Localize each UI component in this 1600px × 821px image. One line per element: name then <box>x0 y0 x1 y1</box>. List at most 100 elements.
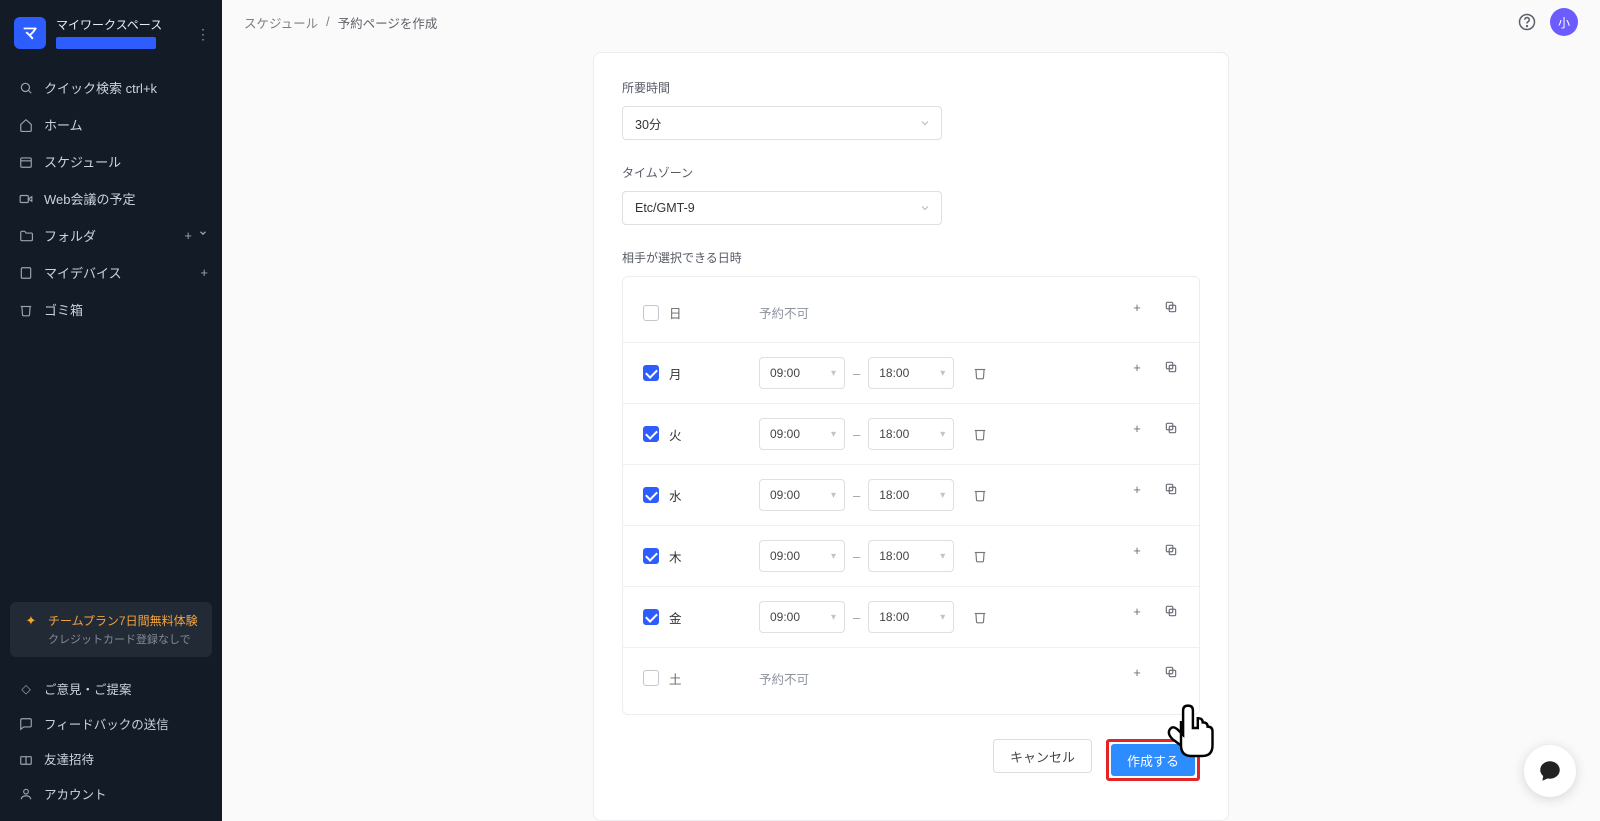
copy-icon[interactable] <box>1163 542 1179 558</box>
sidebar-item-meetings[interactable]: Web会議の予定 <box>0 180 222 217</box>
start-time-select[interactable]: 09:00▾ <box>759 357 845 389</box>
sidebar-item-label: Web会議の予定 <box>44 189 136 208</box>
delete-slot-icon[interactable] <box>972 548 988 564</box>
range-dash: – <box>853 366 860 381</box>
sidebar-item-trash[interactable]: ゴミ箱 <box>0 291 222 328</box>
range-dash: – <box>853 610 860 625</box>
copy-icon[interactable] <box>1163 603 1179 619</box>
device-icon <box>18 265 34 281</box>
add-slot-icon[interactable]: + <box>1129 603 1145 619</box>
add-slot-icon[interactable]: + <box>1129 299 1145 315</box>
cancel-button[interactable]: キャンセル <box>993 739 1092 773</box>
copy-icon[interactable] <box>1163 420 1179 436</box>
end-time-select[interactable]: 18:00▾ <box>868 418 954 450</box>
chevron-down-icon[interactable] <box>198 228 208 243</box>
plus-icon[interactable]: + <box>184 228 192 243</box>
create-button-highlight: 作成する <box>1106 739 1200 781</box>
day-row-tue: 火 09:00▾ – 18:00▾ + <box>623 404 1199 465</box>
sidebar-item-label: マイデバイス <box>44 263 122 282</box>
end-time-select[interactable]: 18:00▾ <box>868 601 954 633</box>
start-time-select[interactable]: 09:00▾ <box>759 540 845 572</box>
copy-icon[interactable] <box>1163 299 1179 315</box>
delete-slot-icon[interactable] <box>972 609 988 625</box>
start-time-select[interactable]: 09:00▾ <box>759 479 845 511</box>
duration-value: 30分 <box>635 114 661 133</box>
day-checkbox[interactable] <box>643 487 659 503</box>
day-label: 水 <box>669 486 759 505</box>
chevron-down-icon: ▾ <box>940 490 945 501</box>
sidebar-item-account[interactable]: アカウント <box>0 776 222 811</box>
chevron-down-icon: ▾ <box>831 551 836 562</box>
chat-fab[interactable] <box>1524 745 1576 797</box>
day-checkbox[interactable] <box>643 426 659 442</box>
add-slot-icon[interactable]: + <box>1129 359 1145 375</box>
sidebar-item-home[interactable]: ホーム <box>0 106 222 143</box>
sidebar-item-search[interactable]: クイック検索 ctrl+k <box>0 69 222 106</box>
sidebar-item-label: ご意見・ご提案 <box>44 679 132 698</box>
day-label: 金 <box>669 608 759 627</box>
breadcrumb: スケジュール / 予約ページを作成 <box>244 13 437 32</box>
plus-icon[interactable]: + <box>200 265 208 280</box>
add-slot-icon[interactable]: + <box>1129 664 1145 680</box>
workspace-name: マイワークスペース <box>56 16 162 33</box>
sidebar-item-folders[interactable]: フォルダ + <box>0 217 222 254</box>
workspace-menu-icon[interactable]: ⋮ <box>196 26 210 43</box>
day-label: 日 <box>669 303 759 322</box>
day-label: 木 <box>669 547 759 566</box>
help-icon[interactable] <box>1518 13 1536 31</box>
day-row-sat: 土 予約不可 + <box>623 648 1199 708</box>
chevron-down-icon: ▾ <box>831 612 836 623</box>
sidebar: マ マイワークスペース ⋮ クイック検索 ctrl+k ホーム スケジュール <box>0 0 222 821</box>
sidebar-item-devices[interactable]: マイデバイス + <box>0 254 222 291</box>
search-icon <box>18 80 34 96</box>
day-row-wed: 水 09:00▾ – 18:00▾ + <box>623 465 1199 526</box>
workspace-header[interactable]: マ マイワークスペース ⋮ <box>0 10 222 63</box>
delete-slot-icon[interactable] <box>972 365 988 381</box>
create-button[interactable]: 作成する <box>1111 744 1195 776</box>
copy-icon[interactable] <box>1163 664 1179 680</box>
chevron-down-icon <box>919 117 931 129</box>
availability-label: 相手が選択できる日時 <box>622 249 1200 266</box>
delete-slot-icon[interactable] <box>972 487 988 503</box>
day-checkbox[interactable] <box>643 548 659 564</box>
day-row-sun: 日 予約不可 + <box>623 283 1199 343</box>
duration-select[interactable]: 30分 <box>622 106 942 140</box>
avatar[interactable]: 小 <box>1550 8 1578 36</box>
breadcrumb-root[interactable]: スケジュール <box>244 13 318 32</box>
chevron-down-icon: ▾ <box>940 429 945 440</box>
trash-icon <box>18 302 34 318</box>
end-time-select[interactable]: 18:00▾ <box>868 357 954 389</box>
copy-icon[interactable] <box>1163 359 1179 375</box>
timezone-label: タイムゾーン <box>622 164 1200 181</box>
day-checkbox[interactable] <box>643 609 659 625</box>
sidebar-item-invite[interactable]: 友達招待 <box>0 741 222 776</box>
chevron-down-icon: ▾ <box>940 368 945 379</box>
promo-banner[interactable]: ✦ チームプラン7日間無料体験 クレジットカード登録なしで <box>10 602 212 657</box>
end-time-select[interactable]: 18:00▾ <box>868 540 954 572</box>
start-time-select[interactable]: 09:00▾ <box>759 601 845 633</box>
add-slot-icon[interactable]: + <box>1129 420 1145 436</box>
day-row-mon: 月 09:00▾ – 18:00▾ + <box>623 343 1199 404</box>
sidebar-item-schedule[interactable]: スケジュール <box>0 143 222 180</box>
unavailable-text: 予約不可 <box>759 669 809 688</box>
chevron-down-icon: ▾ <box>831 429 836 440</box>
add-slot-icon[interactable]: + <box>1129 542 1145 558</box>
start-time-select[interactable]: 09:00▾ <box>759 418 845 450</box>
folder-icon <box>18 228 34 244</box>
promo-subtitle: クレジットカード登録なしで <box>48 631 198 647</box>
end-time-select[interactable]: 18:00▾ <box>868 479 954 511</box>
sidebar-item-label: 友達招待 <box>44 749 94 768</box>
day-checkbox[interactable] <box>643 365 659 381</box>
add-slot-icon[interactable]: + <box>1129 481 1145 497</box>
day-checkbox[interactable] <box>643 670 659 686</box>
home-icon <box>18 117 34 133</box>
duration-label: 所要時間 <box>622 79 1200 96</box>
day-checkbox[interactable] <box>643 305 659 321</box>
sidebar-item-label: アカウント <box>44 784 107 803</box>
sidebar-item-send-feedback[interactable]: フィードバックの送信 <box>0 706 222 741</box>
delete-slot-icon[interactable] <box>972 426 988 442</box>
sidebar-item-label: ホーム <box>44 115 83 134</box>
sidebar-item-suggestions[interactable]: ◇ ご意見・ご提案 <box>0 671 222 706</box>
copy-icon[interactable] <box>1163 481 1179 497</box>
timezone-select[interactable]: Etc/GMT-9 <box>622 191 942 225</box>
